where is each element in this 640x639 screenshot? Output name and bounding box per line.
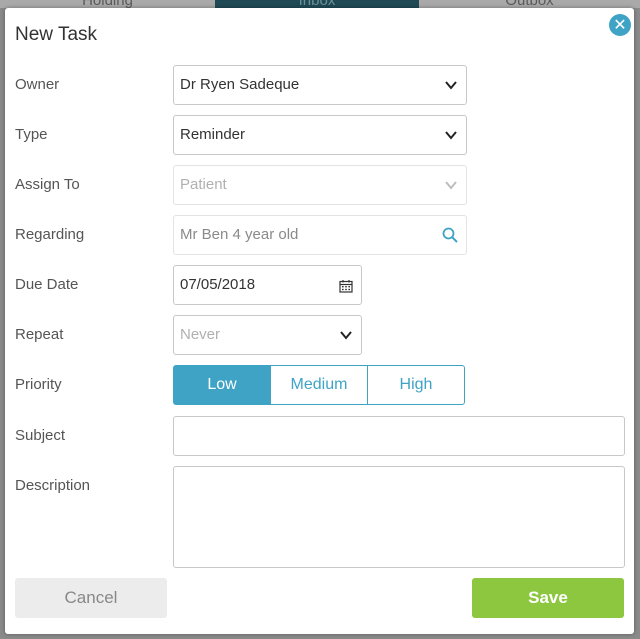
priority-label: Priority — [15, 376, 62, 393]
assign-to-placeholder: Patient — [180, 176, 227, 193]
priority-low-button[interactable]: Low — [173, 365, 271, 405]
background-tab-inbox: Inbox — [215, 0, 419, 8]
dialog-title: New Task — [15, 24, 98, 45]
owner-value: Dr Ryen Sadeque — [180, 76, 300, 93]
cancel-button[interactable]: Cancel — [15, 578, 167, 618]
repeat-placeholder: Never — [180, 326, 221, 343]
owner-select[interactable]: Dr Ryen Sadeque — [173, 65, 467, 105]
subject-label: Subject — [15, 427, 66, 444]
repeat-select[interactable]: Never — [173, 315, 362, 355]
regarding-search-field[interactable]: Mr Ben 4 year old — [173, 215, 467, 255]
close-icon[interactable]: ✕ — [609, 14, 631, 36]
type-label: Type — [15, 126, 48, 143]
description-textarea[interactable] — [173, 466, 625, 568]
calendar-icon[interactable] — [339, 279, 353, 293]
chevron-down-icon — [340, 331, 352, 340]
chevron-down-icon — [445, 131, 457, 140]
type-value: Reminder — [180, 126, 246, 143]
chevron-down-icon — [445, 81, 457, 90]
chevron-down-icon — [445, 181, 457, 190]
background-tab-strip: Holding Inbox Outbox — [0, 0, 640, 8]
priority-toggle-group: Low Medium High — [173, 365, 465, 405]
assign-to-label: Assign To — [15, 176, 80, 193]
background-tab-outbox: Outbox — [505, 0, 554, 9]
owner-label: Owner — [15, 76, 60, 93]
priority-high-button[interactable]: High — [367, 365, 465, 405]
save-button[interactable]: Save — [472, 578, 624, 618]
new-task-dialog: ✕ New Task Owner Dr Ryen Sadeque Type Re… — [5, 8, 634, 634]
assign-to-select[interactable]: Patient — [173, 165, 467, 205]
type-select[interactable]: Reminder — [173, 115, 467, 155]
description-label: Description — [15, 477, 91, 494]
due-date-input[interactable]: 07/05/2018 — [173, 265, 362, 305]
subject-input[interactable] — [173, 416, 625, 456]
due-date-value: 07/05/2018 — [180, 276, 256, 293]
due-date-label: Due Date — [15, 276, 79, 293]
regarding-value: Mr Ben 4 year old — [180, 226, 299, 243]
search-icon[interactable] — [442, 227, 458, 243]
repeat-label: Repeat — [15, 326, 64, 343]
priority-medium-button[interactable]: Medium — [270, 365, 368, 405]
background-tab-holding: Holding — [82, 0, 133, 9]
regarding-label: Regarding — [15, 226, 85, 243]
